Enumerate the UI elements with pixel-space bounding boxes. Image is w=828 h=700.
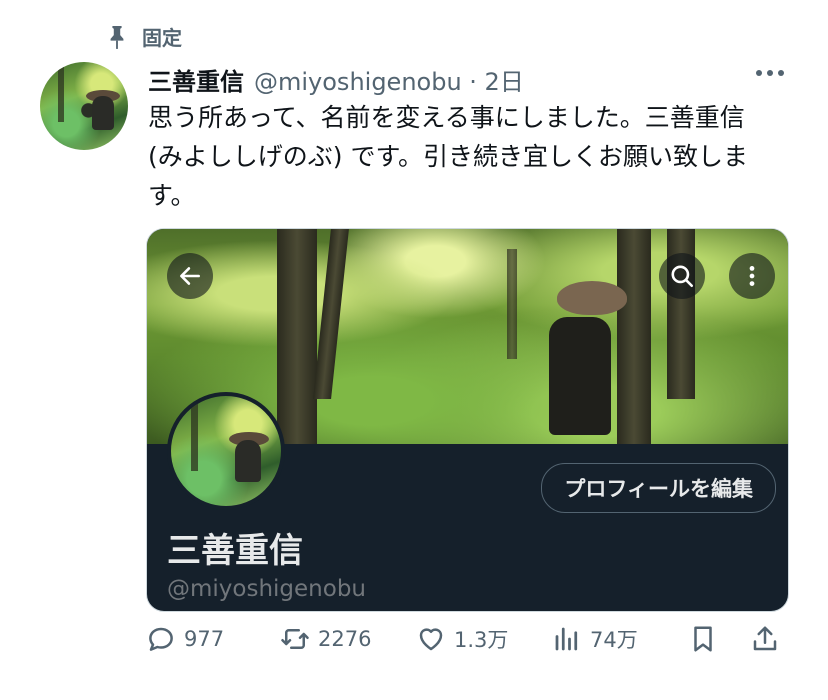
pinned-indicator: 固定 — [106, 22, 182, 51]
handle-and-time[interactable]: @miyoshigenobu · 2日 — [254, 62, 524, 97]
vertical-dots-icon — [729, 253, 775, 299]
heart-icon — [419, 628, 443, 651]
like-count: 1.3万 — [454, 628, 509, 652]
card-avatar — [167, 392, 285, 510]
views-chart-icon — [555, 627, 578, 651]
tweet-actions: 977 2276 1.3万 74万 — [146, 624, 786, 668]
reply-icon — [149, 627, 173, 651]
avatar[interactable] — [40, 62, 128, 150]
card-display-name: 三善重信 — [167, 531, 303, 571]
pinned-label: 固定 — [142, 26, 182, 50]
share-icon — [753, 626, 777, 651]
share-button[interactable] — [750, 624, 780, 654]
retweet-button[interactable]: 2276 — [280, 624, 371, 654]
card-handle: @miyoshigenobu — [167, 576, 367, 602]
reply-count: 977 — [184, 627, 225, 651]
search-icon — [659, 253, 705, 299]
display-name[interactable]: 三善重信 — [148, 62, 244, 97]
back-arrow-icon — [167, 253, 213, 299]
retweet-icon — [281, 629, 309, 649]
reply-button[interactable]: 977 — [146, 624, 224, 654]
retweet-count: 2276 — [318, 627, 372, 651]
bookmark-button[interactable] — [688, 624, 718, 654]
like-button[interactable]: 1.3万 — [416, 624, 508, 654]
tweet-text: 思う所あって、名前を変える事にしました。三善重信 (みよししげのぶ) です。引き… — [148, 103, 748, 210]
edit-profile-button: プロフィールを編集 — [541, 463, 776, 513]
more-options-icon[interactable] — [756, 70, 784, 76]
views-button[interactable]: 74万 — [552, 624, 638, 654]
tweet-header: 三善重信 @miyoshigenobu · 2日 — [148, 62, 524, 97]
profile-screenshot-card[interactable]: プロフィールを編集 三善重信 @miyoshigenobu — [146, 228, 789, 612]
bookmark-icon — [694, 626, 712, 652]
pin-icon — [110, 25, 124, 49]
views-count: 74万 — [590, 628, 638, 652]
